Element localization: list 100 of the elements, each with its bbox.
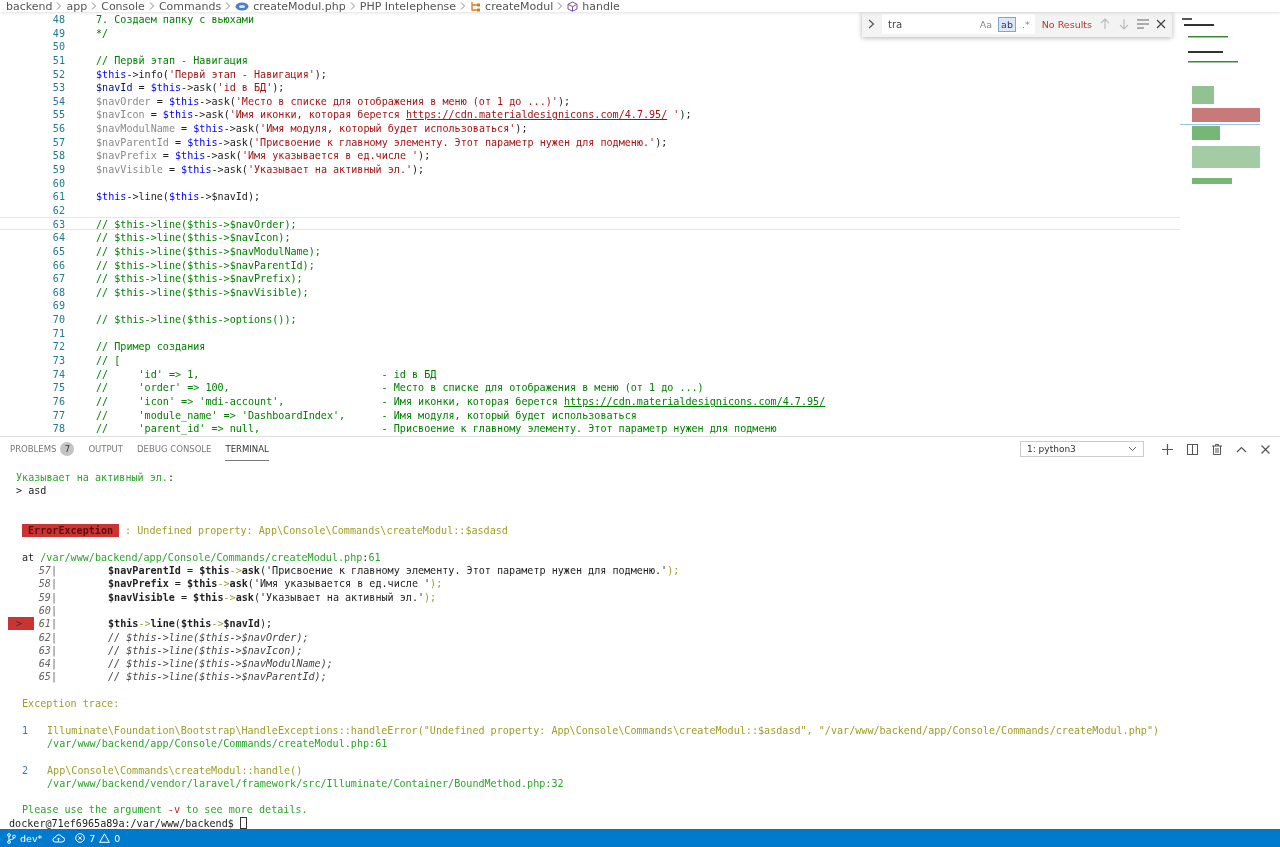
- breadcrumb-item[interactable]: app: [66, 0, 88, 13]
- panel-tab[interactable]: TERMINAL: [225, 437, 269, 461]
- breadcrumb-item[interactable]: createModul: [485, 0, 554, 13]
- panel-tab[interactable]: DEBUG CONSOLE: [137, 437, 212, 461]
- chevron-icon[interactable]: [868, 19, 875, 29]
- code-line: $navVisible = $this->ask('Указывает на активный эл.');: [96, 163, 425, 175]
- breadcrumb-item[interactable]: PHP Intelephense: [359, 0, 457, 13]
- chevron-up-icon[interactable]: [1236, 445, 1247, 453]
- code-line: // 'order' => 100, - Место в списке для отображения в меню (от 1 до ...): [96, 381, 704, 393]
- line-number: 78: [51, 422, 65, 434]
- line-number: 57: [51, 135, 65, 148]
- line-number: 63: [51, 217, 65, 230]
- code-line: // $this->line($this->$navParentId);: [108, 670, 327, 684]
- line-number: 66: [51, 258, 65, 271]
- pointer-marker: >: [8, 617, 34, 631]
- trace-number: 1: [22, 724, 29, 736]
- line-number: 54: [51, 94, 65, 107]
- find-option-toggle[interactable]: Aa: [977, 17, 995, 31]
- breadcrumb-item[interactable]: createModul.php: [253, 0, 346, 13]
- close-icon[interactable]: [1156, 19, 1166, 29]
- line-number: 62|: [38, 630, 57, 644]
- trace-text: /var/www/backend/app/Console/Commands/createModul.php:61: [47, 736, 388, 751]
- line-number: 65|: [38, 670, 57, 684]
- close-icon[interactable]: [1261, 444, 1270, 454]
- cursor: [239, 817, 247, 829]
- code-line: // 'module_name' => 'DashboardIndex', - Имя модуля, который будет использоваться: [96, 408, 637, 421]
- breadcrumb-item[interactable]: Commands: [158, 0, 222, 13]
- warning-icon[interactable]: [99, 833, 111, 843]
- code-line: // $this->line($this->$navVisible);: [96, 285, 309, 298]
- plus-icon[interactable]: [1162, 443, 1173, 455]
- line-number: 50: [51, 40, 65, 52]
- terminal-text: > asd: [16, 484, 47, 498]
- code-line: $navId = $this->ask('id в БД');: [96, 81, 285, 93]
- line-number: 75: [51, 381, 65, 393]
- cube-icon: [567, 0, 579, 12]
- terminal-text: Exception trace:: [22, 697, 120, 711]
- find-option-toggle[interactable]: ab: [998, 16, 1016, 32]
- code-line: // $this->line($this->$navIcon);: [96, 231, 291, 243]
- line-number: 58: [51, 149, 65, 162]
- error-count[interactable]: 7: [89, 832, 96, 844]
- code-line: // $this->line($this->options());: [96, 313, 297, 325]
- chevron-icon: [557, 2, 564, 10]
- terminal-text: Please use the argument -v to see more details.: [22, 803, 308, 817]
- code-line: */: [96, 26, 109, 39]
- code-line: $navOrder = $this->ask('Место в списке для отображения в меню (от 1 до ...)');: [96, 94, 571, 107]
- find-input-field[interactable]: tra Aa ab .*: [882, 14, 1035, 34]
- code-line: // $this->line($this->$navModulName);: [108, 657, 333, 671]
- code-line: $this->line($this->$navId);: [96, 190, 261, 202]
- code-line: // $this->line($this->$navPrefix);: [96, 272, 303, 284]
- chevron-icon: [460, 2, 467, 10]
- error-badge: ErrorException: [22, 524, 120, 538]
- code-line: $navParentId = $this->ask('Присвоение к главному элементу. Этот параметр нужен для подменю.');: [96, 135, 668, 148]
- line-number: 60: [51, 176, 65, 189]
- breadcrumb-item[interactable]: handle: [582, 0, 620, 13]
- line-number: 53: [51, 81, 65, 93]
- trash-icon[interactable]: [1212, 443, 1222, 455]
- line-number: 59|: [38, 590, 57, 604]
- code-line: // 'id' => 1, - id в БД: [96, 367, 437, 380]
- find-option-toggle[interactable]: .*: [1019, 17, 1032, 31]
- panel-tab[interactable]: OUTPUT: [88, 437, 124, 461]
- line-number: 64|: [38, 657, 57, 671]
- line-number: 72: [51, 340, 65, 352]
- code-line: 7. Создаем папку с вьюхами: [96, 13, 254, 25]
- breadcrumb-item[interactable]: Console: [101, 0, 145, 13]
- line-number: 49: [51, 26, 65, 39]
- error-icon[interactable]: [75, 833, 86, 843]
- terminal-dropdown[interactable]: 1: python3: [1020, 441, 1144, 457]
- code-line: $this->info('Первй этап - Навигация');: [96, 67, 327, 80]
- code-line: // $this->line($this->$navModulName);: [96, 244, 321, 257]
- error-message: : Undefined property: App\Console\Commands\createModul::$asdasd: [125, 524, 508, 538]
- line-number: 58|: [38, 577, 57, 591]
- line-number: 56: [51, 122, 65, 134]
- line-number: 74: [51, 367, 65, 380]
- terminal-text: at /var/www/backend/app/Console/Commands/createModul.php:61: [22, 550, 381, 565]
- cloud-icon[interactable]: [52, 833, 66, 843]
- breadcrumb-item[interactable]: backend: [6, 0, 53, 13]
- find-status: No Results: [1041, 18, 1092, 30]
- line-number: 71: [51, 326, 65, 339]
- code-line: $navParentId = $this->ask('Присвоение к главному элементу. Этот параметр нужен для подменю.');: [108, 564, 680, 578]
- panel-tab[interactable]: PROBLEMS 7: [10, 437, 75, 461]
- line-number: 60|: [38, 604, 57, 618]
- code-line: // $this->line($this->$navIcon);: [108, 643, 303, 658]
- warning-count[interactable]: 0: [114, 832, 121, 844]
- line-number: 62: [51, 203, 65, 216]
- branch-name[interactable]: dev*: [20, 832, 43, 844]
- hierarchy-icon: [470, 0, 482, 12]
- line-number: 57|: [38, 564, 57, 578]
- chevron-icon: [91, 2, 98, 10]
- split-icon[interactable]: [1187, 443, 1198, 455]
- code-line: $navPrefix = $this->ask('Имя указывается в ед.числе ');: [108, 577, 443, 591]
- line-number: 77: [51, 408, 65, 421]
- line-number: 61|: [38, 617, 57, 631]
- trace-text: /var/www/backend/vendor/laravel/framework/src/Illuminate/Container/BoundMethod.php:32: [47, 776, 564, 791]
- trace-text: Illuminate\Foundation\Bootstrap\HandleExceptions::handleError("Undefined property: App\Console\Commands\createModul::$asdasd", "/var/www/backend/app/Console/Commands/createModul.php"): [47, 723, 1160, 737]
- code-line: $navIcon = $this->ask('Имя иконки, которая берется https://cdn.materialdesignicons.com/4.7.95/ ');: [96, 108, 692, 121]
- branch-icon[interactable]: [7, 832, 16, 844]
- line-number: 65: [51, 244, 65, 257]
- chevron-icon: [56, 2, 63, 10]
- trace-number: 2: [22, 764, 29, 776]
- line-number: 69: [51, 299, 65, 312]
